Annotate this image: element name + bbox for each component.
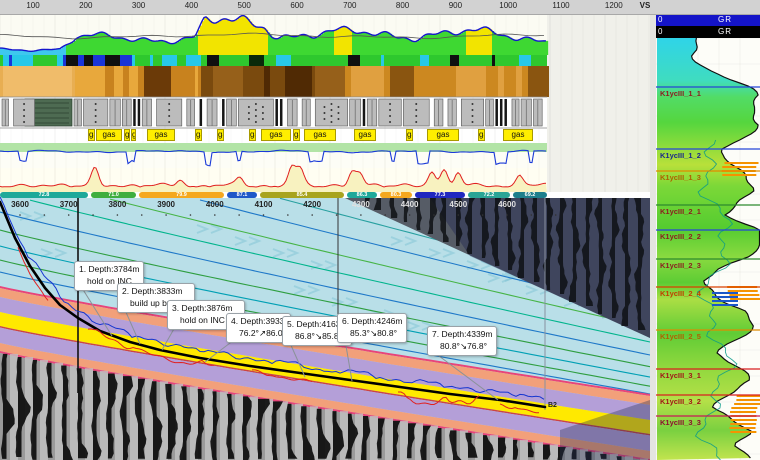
gas-interval-box: gas [406, 129, 413, 141]
depth-ruler-tick: 4500 [441, 200, 475, 209]
depth-ruler: 3500360037003800390040004100420043004400… [0, 198, 650, 212]
gas-interval-box: gas [354, 129, 376, 141]
interval-average-value: 71.0 [91, 192, 136, 198]
gas-interval-box: gas [249, 129, 256, 141]
formation-marker-label[interactable]: K1ycIII_1_1 [660, 89, 701, 98]
vs-ruler-tick: 300 [119, 1, 159, 10]
annotation-depth-line: 4. Depth:3933 [231, 315, 286, 327]
well-correlation-app: 100200300400500600700800900100011001200V… [0, 0, 760, 460]
depth-ruler-tick: 3900 [149, 200, 183, 209]
gas-interval-box: gas [217, 129, 224, 141]
depth-ruler-tick: 4600 [490, 200, 524, 209]
vs-ruler-tick: 500 [224, 1, 264, 10]
interval-average-value: 87.1 [227, 192, 257, 198]
gas-interval-box: gas [478, 129, 485, 141]
interval-average-value: 77.3 [415, 192, 465, 198]
formation-marker-label[interactable]: K1ycIII_3_1 [660, 371, 701, 380]
formation-marker-label[interactable]: K1ycIII_1_3 [660, 173, 701, 182]
formation-marker-label[interactable]: K1ycIII_2_5 [660, 332, 701, 341]
gr-curve-title: GR [718, 14, 732, 26]
vs-ruler-tick: 700 [330, 1, 370, 10]
depth-ruler-tick: 4400 [393, 200, 427, 209]
gas-interval-box: gas [147, 129, 175, 141]
formation-marker-label[interactable]: K1ycIII_3_2 [660, 397, 701, 406]
vs-ruler-tick: 1100 [541, 1, 581, 10]
gas-interval-box: gas [131, 129, 136, 141]
annotation-note-line: 80.8°↘76.8° [432, 340, 492, 352]
interval-average-value: 72.8 [0, 192, 88, 198]
gr-curve-title: GR [718, 26, 732, 38]
gas-interval-box: gas [503, 129, 533, 141]
annotation-depth-line: 6. Depth:4246m [342, 315, 402, 327]
trajectory-end-label: B2 [548, 402, 557, 409]
interval-average-value: 85.4 [260, 192, 344, 198]
interval-average-value: 80.3 [380, 192, 412, 198]
vs-ruler-unit: VS [625, 1, 665, 10]
formation-marker-label[interactable]: K1ycIII_2_2 [660, 232, 701, 241]
annotation-depth-line: 2. Depth:3833m [122, 285, 190, 297]
vs-ruler-tick: 1000 [488, 1, 528, 10]
annotation-depth-line: 1. Depth:3784m [79, 263, 139, 275]
gas-interval-box: gas [293, 129, 300, 141]
interval-average-value: 86.3 [347, 192, 377, 198]
gas-interval-box: gas [427, 129, 459, 141]
gas-interval-box: gas [261, 129, 291, 141]
gas-show-track: gasgasgasgasgasgasgasgasgasgasgasgasgasg… [0, 129, 650, 142]
formation-marker-label[interactable]: K1ycIII_2_4 [660, 289, 701, 298]
formation-marker-label[interactable]: K1ycIII_2_1 [660, 207, 701, 216]
vs-ruler-tick: 200 [66, 1, 106, 10]
gas-interval-box: gas [195, 129, 202, 141]
gas-interval-box: gas [124, 129, 130, 141]
gas-interval-box: gas [96, 129, 122, 141]
gr-header-primary[interactable]: 0 GR [656, 14, 760, 26]
formation-marker-label[interactable]: K1ycIII_3_3 [660, 418, 701, 427]
formation-marker-label[interactable]: K1ycIII_2_3 [660, 261, 701, 270]
depth-ruler-tick: 3700 [52, 200, 86, 209]
vs-ruler-tick: 900 [435, 1, 475, 10]
interval-average-bar: 72.871.079.987.185.486.380.377.372.269.2 [0, 192, 650, 198]
annotation-note-line: 85.3°↘80.8° [342, 327, 402, 339]
interval-average-value: 69.2 [513, 192, 547, 198]
gas-interval-box: gas [304, 129, 336, 141]
interval-average-value: 72.2 [468, 192, 510, 198]
formation-marker-label[interactable]: K1ycIII_1_2 [660, 151, 701, 160]
gr-header-secondary[interactable]: 0 GR [656, 26, 760, 38]
interval-average-value: 79.9 [139, 192, 224, 198]
vs-ruler: 100200300400500600700800900100011001200V… [0, 0, 760, 15]
depth-ruler-tick: 4000 [198, 200, 232, 209]
vs-ruler-tick: 100 [13, 1, 53, 10]
vs-ruler-tick: 600 [277, 1, 317, 10]
gr-scale-min: 0 [658, 26, 662, 38]
vs-ruler-tick: 400 [171, 1, 211, 10]
depth-ruler-tick: 3800 [100, 200, 134, 209]
trajectory-annotation[interactable]: 7. Depth:4339m80.8°↘76.8° [427, 326, 497, 356]
depth-ruler-tick: 4100 [247, 200, 281, 209]
gas-interval-box: gas [88, 129, 95, 141]
trajectory-annotation[interactable]: 6. Depth:4246m85.3°↘80.8° [337, 313, 407, 343]
panel-divider [650, 14, 656, 460]
depth-ruler-tick: 3600 [3, 200, 37, 209]
depth-ruler-tick: 4200 [295, 200, 329, 209]
annotation-note-line: 76.2°↗86.0° [231, 327, 286, 339]
annotation-depth-line: 7. Depth:4339m [432, 328, 492, 340]
gr-scale-min: 0 [658, 14, 662, 26]
main-drawing-canvas [0, 0, 760, 460]
vs-ruler-tick: 800 [383, 1, 423, 10]
depth-ruler-tick: 4300 [344, 200, 378, 209]
